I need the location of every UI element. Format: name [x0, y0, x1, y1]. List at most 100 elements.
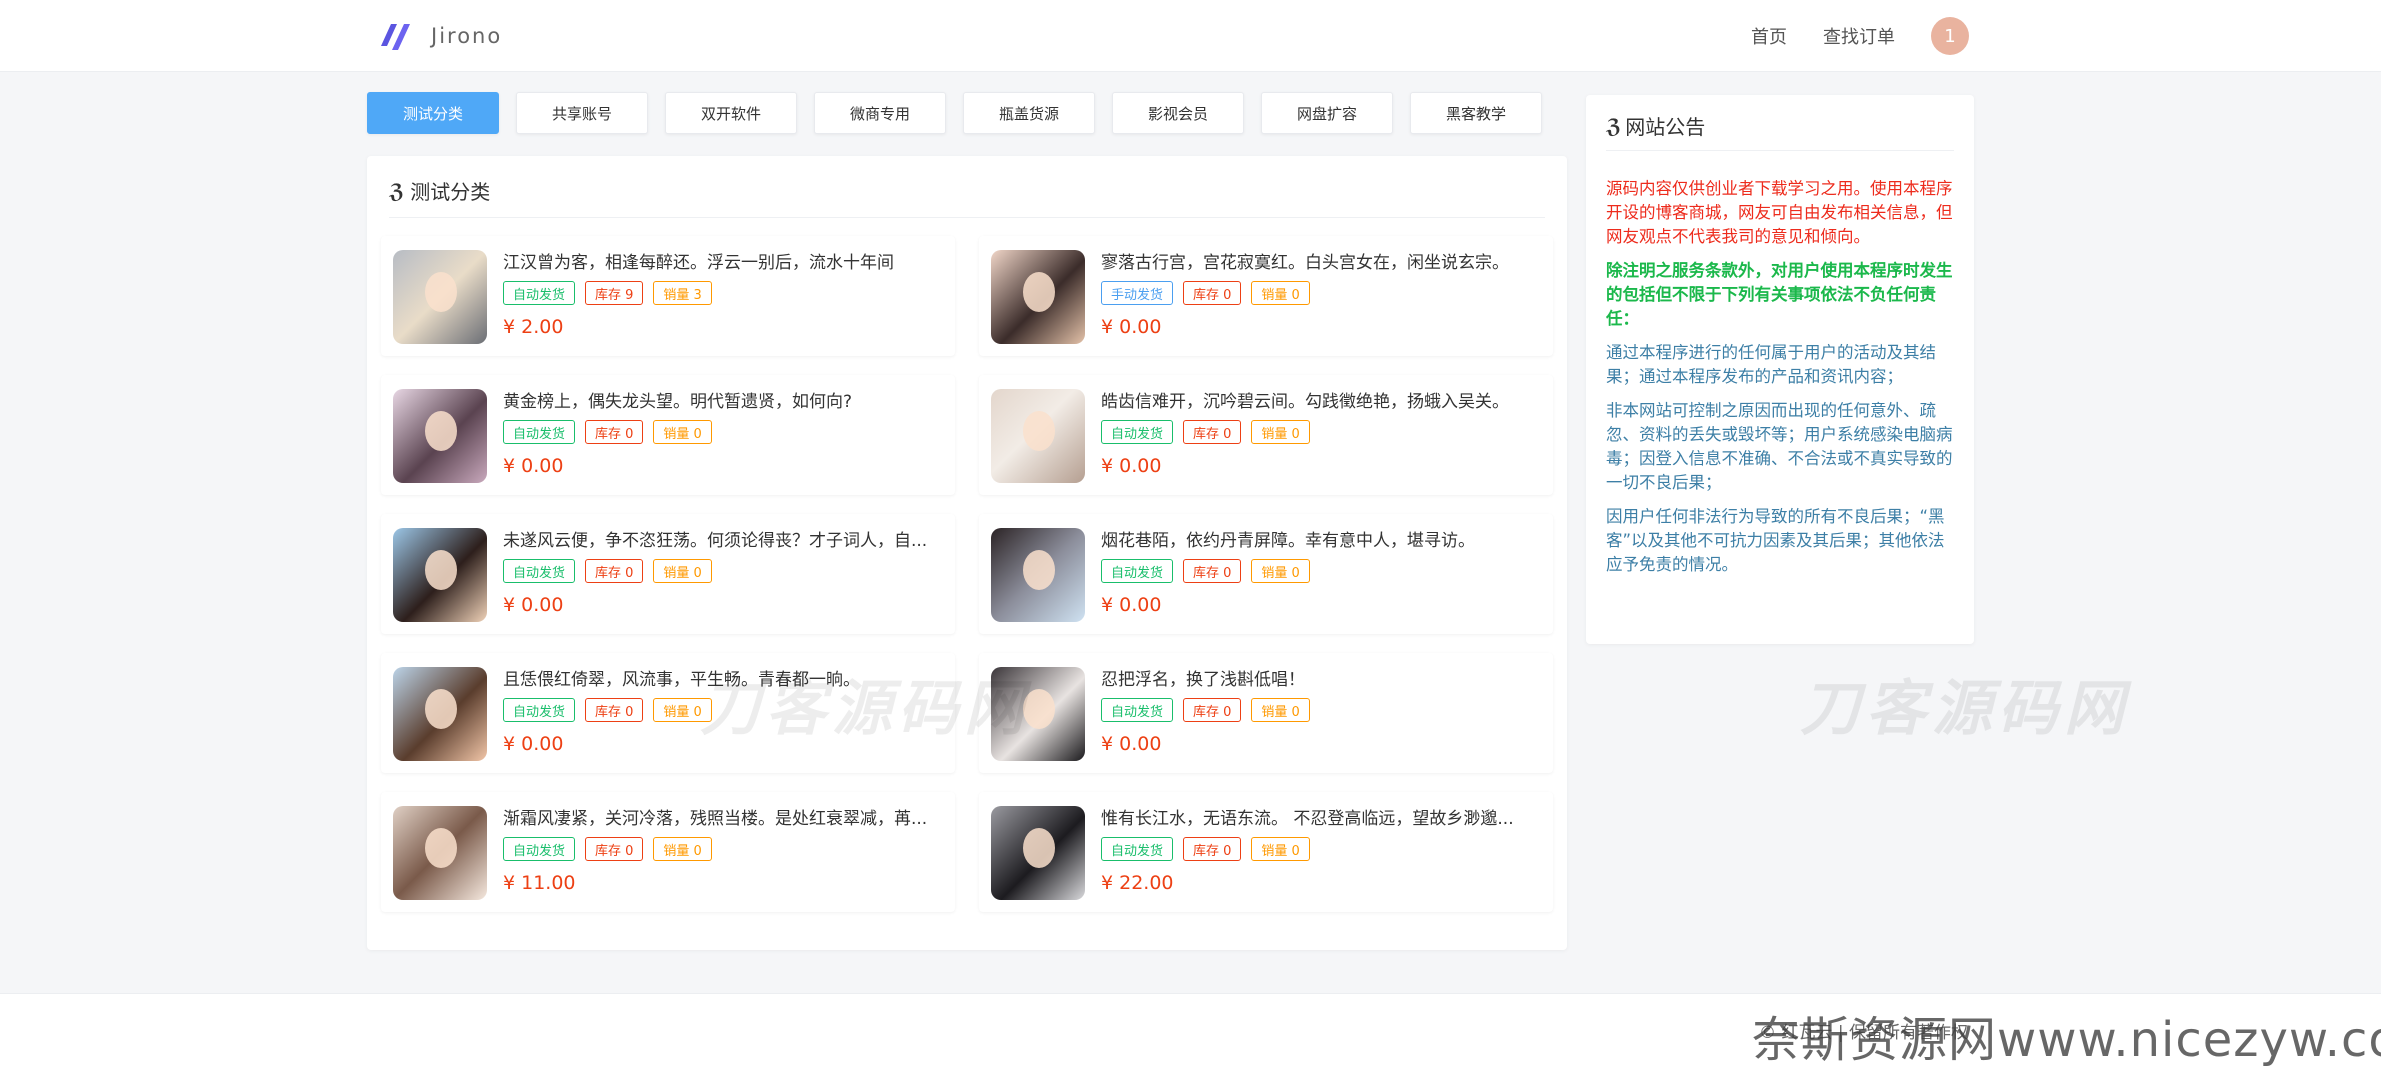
panel-title: ℨ 测试分类	[389, 178, 1545, 218]
delivery-badge: 自动发货	[1101, 420, 1174, 444]
notice-paragraph: 非本网站可控制之原因而出现的任何意外、疏忽、资料的丢失或毁坏等；用户系统感染电脑…	[1606, 401, 1953, 492]
product-tags: 自动发货 库存 0 销量 0	[1101, 698, 1320, 722]
sales-badge: 销量 0	[1251, 698, 1310, 722]
product-card[interactable]: 寥落古行宫，宫花寂寞红。白头宫女在，闲坐说玄宗。 手动发货 库存 0 销量 0 …	[979, 236, 1553, 356]
category-tab-dual-app[interactable]: 双开软件	[665, 92, 797, 134]
brand-name: Jirono	[431, 24, 503, 48]
sales-badge: 销量 0	[1251, 281, 1310, 305]
delivery-badge: 自动发货	[503, 698, 576, 722]
product-tags: 自动发货 库存 9 销量 3	[503, 281, 722, 305]
sales-badge: 销量 0	[1251, 559, 1310, 583]
product-price: ¥ 2.00	[503, 316, 564, 338]
stock-badge: 库存 9	[585, 281, 644, 305]
watermark-bottom: 奈斯资源网www.nicezyw.com	[1752, 1012, 2381, 1068]
product-title[interactable]: 忍把浮名，换了浅斟低唱！	[1101, 665, 1541, 689]
notice-title-text: 网站公告	[1625, 115, 1706, 139]
sales-badge: 销量 3	[653, 281, 712, 305]
stock-badge: 库存 0	[1183, 420, 1242, 444]
product-price: ¥ 0.00	[1101, 594, 1162, 616]
sales-badge: 销量 0	[1251, 420, 1310, 444]
product-title[interactable]: 未遂风云便，争不恣狂荡。何须论得丧？才子词人，自...	[503, 526, 943, 550]
category-tab-shared-account[interactable]: 共享账号	[516, 92, 648, 134]
product-tags: 自动发货 库存 0 销量 0	[503, 698, 722, 722]
category-tab-wechat-business[interactable]: 微商专用	[814, 92, 946, 134]
delivery-badge: 自动发货	[1101, 559, 1174, 583]
watermark-mid-left: 刀客源码网	[700, 674, 1030, 744]
product-thumbnail[interactable]	[393, 528, 487, 622]
product-tags: 手动发货 库存 0 销量 0	[1101, 281, 1320, 305]
product-price: ¥ 0.00	[1101, 316, 1162, 338]
nav-find-order[interactable]: 查找订单	[1823, 23, 1895, 49]
product-thumbnail[interactable]	[991, 528, 1085, 622]
delivery-badge: 自动发货	[503, 420, 576, 444]
category-tab-hacker-tutorial[interactable]: 黑客教学	[1410, 92, 1542, 134]
css3-icon: ℨ	[389, 178, 405, 203]
product-price: ¥ 22.00	[1101, 872, 1174, 894]
delivery-badge: 自动发货	[503, 281, 576, 305]
product-tags: 自动发货 库存 0 销量 0	[1101, 837, 1320, 861]
product-title[interactable]: 黄金榜上，偶失龙头望。明代暂遗贤，如何向?	[503, 387, 943, 411]
product-tags: 自动发货 库存 0 销量 0	[503, 559, 722, 583]
stock-badge: 库存 0	[1183, 281, 1242, 305]
stock-badge: 库存 0	[585, 559, 644, 583]
product-thumbnail[interactable]	[393, 389, 487, 483]
delivery-badge: 手动发货	[1101, 281, 1174, 305]
notice-paragraph: 除注明之服务条款外，对用户使用本程序时发生的包括但不限于下列有关事项依法不负任何…	[1606, 261, 1953, 328]
stock-badge: 库存 0	[585, 837, 644, 861]
nav-home[interactable]: 首页	[1751, 23, 1787, 49]
stock-badge: 库存 0	[585, 698, 644, 722]
product-panel: ℨ 测试分类 江汉曾为客，相逢每醉还。浮云一别后，流水十年间 自动发货 库存 9…	[367, 156, 1567, 950]
panel-title-text: 测试分类	[410, 180, 491, 204]
stock-badge: 库存 0	[585, 420, 644, 444]
product-thumbnail[interactable]	[393, 806, 487, 900]
delivery-badge: 自动发货	[503, 559, 576, 583]
delivery-badge: 自动发货	[1101, 698, 1174, 722]
category-tabs: 测试分类 共享账号 双开软件 微商专用 瓶盖货源 影视会员 网盘扩容 黑客教学	[367, 92, 1567, 136]
watermark-mid-right: 刀客源码网	[1800, 674, 2130, 744]
logo[interactable]: Jirono	[375, 16, 502, 56]
main-content: 测试分类 共享账号 双开软件 微商专用 瓶盖货源 影视会员 网盘扩容 黑客教学 …	[367, 92, 1567, 950]
product-thumbnail[interactable]	[393, 667, 487, 761]
sales-badge: 销量 0	[653, 420, 712, 444]
category-tab-test[interactable]: 测试分类	[367, 92, 499, 134]
product-tags: 自动发货 库存 0 销量 0	[1101, 420, 1320, 444]
category-tab-cloud-storage[interactable]: 网盘扩容	[1261, 92, 1393, 134]
product-price: ¥ 0.00	[1101, 733, 1162, 755]
sales-badge: 销量 0	[1251, 837, 1310, 861]
notice-paragraph: 通过本程序进行的任何属于用户的活动及其结果；通过本程序发布的产品和资讯内容；	[1606, 343, 1936, 386]
product-card[interactable]: 皓齿信难开，沉吟碧云间。勾践徵绝艳，扬蛾入吴关。 自动发货 库存 0 销量 0 …	[979, 375, 1553, 495]
stock-badge: 库存 0	[1183, 837, 1242, 861]
product-card[interactable]: 江汉曾为客，相逢每醉还。浮云一别后，流水十年间 自动发货 库存 9 销量 3 ¥…	[381, 236, 955, 356]
product-tags: 自动发货 库存 0 销量 0	[503, 837, 722, 861]
top-nav: 首页 查找订单 1	[1751, 0, 1969, 72]
product-price: ¥ 0.00	[1101, 455, 1162, 477]
product-title[interactable]: 江汉曾为客，相逢每醉还。浮云一别后，流水十年间	[503, 248, 943, 272]
product-card[interactable]: 忍把浮名，换了浅斟低唱！ 自动发货 库存 0 销量 0 ¥ 0.00	[979, 653, 1553, 773]
notice-body: 源码内容仅供创业者下载学习之用。使用本程序开设的博客商城，网友可自由发布相关信息…	[1606, 177, 1954, 587]
category-tab-video-vip[interactable]: 影视会员	[1112, 92, 1244, 134]
product-card[interactable]: 未遂风云便，争不恣狂荡。何须论得丧？才子词人，自... 自动发货 库存 0 销量…	[381, 514, 955, 634]
brand-logo-icon	[381, 24, 410, 50]
product-thumbnail[interactable]	[991, 250, 1085, 344]
product-tags: 自动发货 库存 0 销量 0	[503, 420, 722, 444]
notice-paragraph: 因用户任何非法行为导致的所有不良后果；“黑客”以及其他不可抗力因素及其后果；其他…	[1606, 507, 1945, 574]
stock-badge: 库存 0	[1183, 698, 1242, 722]
delivery-badge: 自动发货	[503, 837, 576, 861]
product-tags: 自动发货 库存 0 销量 0	[1101, 559, 1320, 583]
category-tab-cap-supply[interactable]: 瓶盖货源	[963, 92, 1095, 134]
product-thumbnail[interactable]	[991, 806, 1085, 900]
product-title[interactable]: 渐霜风凄紧，关河冷落，残照当楼。是处红衰翠减，苒...	[503, 804, 943, 828]
stock-badge: 库存 0	[1183, 559, 1242, 583]
product-title[interactable]: 皓齿信难开，沉吟碧云间。勾践徵绝艳，扬蛾入吴关。	[1101, 387, 1541, 411]
product-thumbnail[interactable]	[393, 250, 487, 344]
product-card[interactable]: 渐霜风凄紧，关河冷落，残照当楼。是处红衰翠减，苒... 自动发货 库存 0 销量…	[381, 792, 955, 912]
product-title[interactable]: 寥落古行宫，宫花寂寞红。白头宫女在，闲坐说玄宗。	[1101, 248, 1541, 272]
product-title[interactable]: 烟花巷陌，依约丹青屏障。幸有意中人，堪寻访。	[1101, 526, 1541, 550]
product-title[interactable]: 惟有长江水，无语东流。 不忍登高临远，望故乡渺邈...	[1101, 804, 1541, 828]
product-card[interactable]: 惟有长江水，无语东流。 不忍登高临远，望故乡渺邈... 自动发货 库存 0 销量…	[979, 792, 1553, 912]
product-card[interactable]: 黄金榜上，偶失龙头望。明代暂遗贤，如何向? 自动发货 库存 0 销量 0 ¥ 0…	[381, 375, 955, 495]
product-thumbnail[interactable]	[991, 389, 1085, 483]
product-card[interactable]: 烟花巷陌，依约丹青屏障。幸有意中人，堪寻访。 自动发货 库存 0 销量 0 ¥ …	[979, 514, 1553, 634]
avatar[interactable]: 1	[1931, 17, 1969, 55]
sales-badge: 销量 0	[653, 559, 712, 583]
